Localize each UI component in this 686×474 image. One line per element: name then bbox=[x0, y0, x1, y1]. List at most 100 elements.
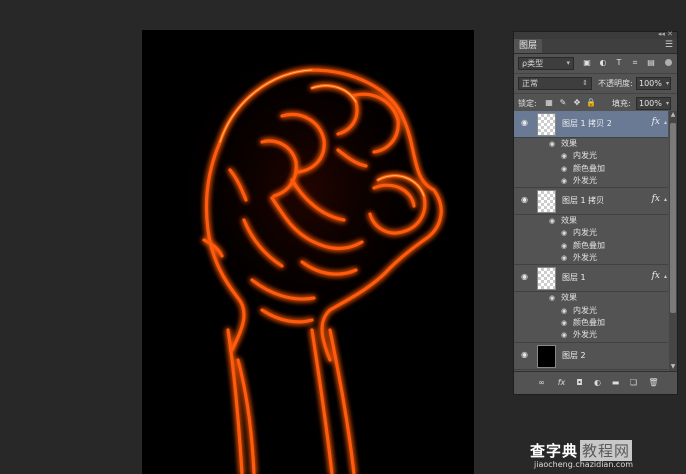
fx-icon[interactable]: fx bbox=[652, 194, 660, 204]
scrollbar-thumb[interactable] bbox=[670, 123, 676, 313]
effects-label: 效果 bbox=[561, 216, 577, 226]
effects-label: 效果 bbox=[561, 139, 577, 148]
effect-eye-icon[interactable]: ◉ bbox=[561, 150, 569, 162]
effect-row[interactable]: ◉ 外发光 bbox=[514, 252, 668, 266]
layer-row[interactable]: ◉ 图层 2 bbox=[514, 343, 668, 370]
chevron-down-icon: ⇕ bbox=[582, 79, 588, 87]
adjustment-icon[interactable]: ◐ bbox=[592, 377, 603, 388]
effect-name: 颜色叠加 bbox=[573, 163, 605, 173]
filter-shape-icon[interactable]: ⌗ bbox=[630, 58, 640, 68]
layers-panel: ◂◂ ✕ 图层 ☰ ρ类型 ▾ ▣ ◐ T ⌗ ▤ 正常 ⇕ 不透明度: 100… bbox=[513, 30, 678, 395]
blend-mode-select[interactable]: 正常 ⇕ bbox=[518, 77, 592, 90]
collapse-panel-icon[interactable]: ◂◂ ✕ bbox=[658, 30, 673, 38]
effects-row[interactable]: ◉ 效果 bbox=[514, 215, 668, 227]
fist-glow-artwork bbox=[172, 68, 443, 474]
document-canvas[interactable] bbox=[142, 30, 474, 474]
fx-icon[interactable]: fx bbox=[652, 271, 660, 281]
panel-title-strip: ◂◂ ✕ bbox=[514, 30, 677, 39]
visibility-eye-icon[interactable]: ◉ bbox=[521, 273, 529, 281]
lock-transparency-icon[interactable]: ▦ bbox=[544, 98, 554, 108]
layer-row[interactable]: ◉ 图层 1 拷贝 2 fx ▴ bbox=[514, 111, 668, 138]
layer-thumbnail bbox=[537, 190, 556, 214]
effects-row[interactable]: ◉ 效果 bbox=[514, 292, 668, 304]
effect-row[interactable]: ◉ 外发光 bbox=[514, 175, 668, 189]
filter-pixel-icon[interactable]: ▣ bbox=[582, 58, 592, 68]
layer-thumbnail bbox=[537, 113, 556, 136]
visibility-eye-icon[interactable]: ◉ bbox=[521, 350, 529, 359]
lock-move-icon[interactable]: ✥ bbox=[572, 98, 582, 108]
effect-eye-icon[interactable]: ◉ bbox=[561, 317, 569, 329]
layer-list-scrollbar[interactable]: ▲ ▼ bbox=[669, 111, 677, 371]
expand-effects-icon[interactable]: ▴ bbox=[664, 119, 667, 126]
effect-eye-icon[interactable]: ◉ bbox=[561, 163, 569, 175]
layer-row[interactable]: ◉ 图层 1 fx ▴ bbox=[514, 265, 668, 293]
effect-name: 内发光 bbox=[573, 151, 597, 161]
filter-toggle-switch[interactable] bbox=[665, 59, 672, 66]
effect-eye-icon[interactable]: ◉ bbox=[561, 305, 569, 317]
mask-icon[interactable]: ◘ bbox=[574, 377, 585, 388]
visibility-eye-icon[interactable]: ◉ bbox=[521, 119, 529, 127]
effect-row[interactable]: ◉ 外发光 bbox=[514, 329, 668, 343]
visibility-eye-icon[interactable]: ◉ bbox=[521, 196, 529, 204]
opacity-label: 不透明度: bbox=[598, 79, 633, 88]
effect-name: 颜色叠加 bbox=[573, 317, 605, 327]
effect-name: 颜色叠加 bbox=[573, 240, 605, 250]
fill-input[interactable]: 100% ▾ bbox=[636, 97, 671, 110]
folder-icon[interactable]: ▬ bbox=[610, 377, 621, 388]
effect-row[interactable]: ◉ 内发光 bbox=[514, 305, 668, 317]
layer-list: ◉ 图层 1 拷贝 2 fx ▴ ◉ 效果 ◉ 内发光 ◉ 颜色叠加 ◉ 外发光… bbox=[514, 111, 668, 371]
layer-name[interactable]: 图层 1 拷贝 bbox=[562, 195, 604, 206]
effect-row[interactable]: ◉ 颜色叠加 bbox=[514, 163, 668, 175]
effects-eye-icon[interactable]: ◉ bbox=[549, 138, 557, 150]
watermark-brand: 查字典 bbox=[530, 442, 579, 460]
new-layer-icon[interactable]: ❏ bbox=[628, 377, 639, 388]
expand-effects-icon[interactable]: ▴ bbox=[664, 196, 667, 203]
effect-name: 外发光 bbox=[573, 330, 597, 340]
effect-row[interactable]: ◉ 颜色叠加 bbox=[514, 317, 668, 329]
trash-icon[interactable]: 🗑 bbox=[648, 377, 659, 388]
filter-type-icon[interactable]: T bbox=[614, 58, 624, 68]
opacity-input[interactable]: 100% ▾ bbox=[636, 77, 671, 90]
effect-row[interactable]: ◉ 内发光 bbox=[514, 150, 668, 162]
panel-tab-bar: 图层 ☰ bbox=[514, 39, 677, 54]
effect-name: 外发光 bbox=[573, 175, 597, 185]
layer-name[interactable]: 图层 1 拷贝 2 bbox=[562, 118, 612, 129]
opacity-value: 100% bbox=[639, 79, 662, 88]
effects-eye-icon[interactable]: ◉ bbox=[549, 292, 557, 304]
effect-eye-icon[interactable]: ◉ bbox=[561, 329, 569, 341]
layer-thumbnail bbox=[537, 267, 556, 291]
effect-row[interactable]: ◉ 颜色叠加 bbox=[514, 240, 668, 252]
link-icon[interactable]: ∞ bbox=[536, 377, 547, 388]
layer-row[interactable]: ◉ 图层 1 拷贝 fx ▴ bbox=[514, 188, 668, 216]
filter-adjustment-icon[interactable]: ◐ bbox=[598, 58, 608, 68]
watermark-title: 查字典 教程网 bbox=[530, 440, 633, 461]
filter-kind-select[interactable]: ρ类型 ▾ bbox=[518, 57, 574, 70]
effect-eye-icon[interactable]: ◉ bbox=[561, 240, 569, 252]
lock-label: 锁定: bbox=[518, 99, 537, 108]
expand-effects-icon[interactable]: ▴ bbox=[664, 273, 667, 280]
effect-row[interactable]: ◉ 内发光 bbox=[514, 227, 668, 239]
chevron-down-icon: ▾ bbox=[665, 100, 669, 107]
fx-icon[interactable]: fx bbox=[652, 117, 660, 127]
chevron-down-icon: ▾ bbox=[665, 80, 669, 87]
lock-all-icon[interactable]: 🔒 bbox=[586, 98, 596, 108]
effect-eye-icon[interactable]: ◉ bbox=[561, 175, 569, 187]
effects-eye-icon[interactable]: ◉ bbox=[549, 215, 557, 227]
layer-name[interactable]: 图层 2 bbox=[562, 350, 586, 361]
filter-kind-value: ρ类型 bbox=[522, 59, 544, 68]
scroll-down-icon[interactable]: ▼ bbox=[669, 363, 677, 371]
layer-name[interactable]: 图层 1 bbox=[562, 272, 586, 283]
effect-eye-icon[interactable]: ◉ bbox=[561, 252, 569, 264]
scroll-up-icon[interactable]: ▲ bbox=[669, 111, 677, 119]
effects-row[interactable]: ◉ 效果 bbox=[514, 138, 668, 150]
lock-paint-icon[interactable]: ✎ bbox=[558, 98, 568, 108]
effect-eye-icon[interactable]: ◉ bbox=[561, 227, 569, 239]
fx-icon[interactable]: fx bbox=[556, 377, 567, 388]
watermark-url: jiaocheng.chazidian.com bbox=[534, 460, 634, 469]
tab-layers[interactable]: 图层 bbox=[514, 39, 543, 53]
site-watermark: 查字典 教程网 jiaocheng.chazidian.com bbox=[526, 440, 686, 474]
effects-label: 效果 bbox=[561, 293, 577, 303]
filter-smart-object-icon[interactable]: ▤ bbox=[646, 58, 656, 68]
panel-menu-icon[interactable]: ☰ bbox=[665, 40, 673, 50]
effect-name: 内发光 bbox=[573, 228, 597, 238]
